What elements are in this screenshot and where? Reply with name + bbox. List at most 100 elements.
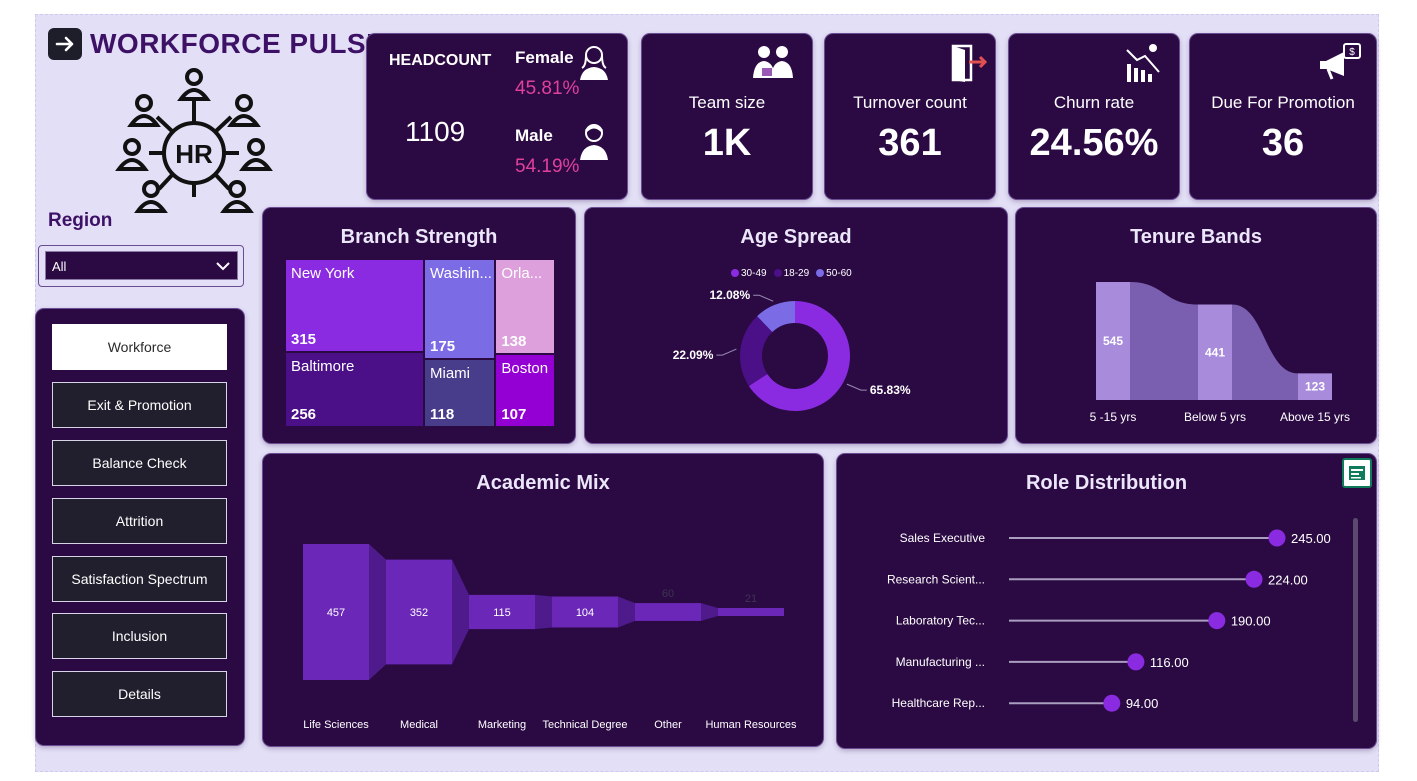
churn-rate-label: Churn rate [1053,93,1135,112]
tenure-category-label: Above 15 yrs [1280,410,1350,424]
treemap-value: 175 [430,338,456,356]
lollipop-value-label: 190.00 [1231,614,1271,629]
age-spread-panel: Age Spread 30-49 18-29 50-60 65.83% 22.09% 1… [585,208,1007,443]
lollipop-value-label: 94.00 [1126,696,1159,711]
nav-attrition-button[interactable]: Attrition [52,498,227,544]
nav-workforce-button[interactable]: Workforce [52,324,227,370]
nav-details-button[interactable]: Details [52,671,227,717]
female-label: Female [515,48,574,67]
nav-balance-check-button[interactable]: Balance Check [52,440,227,486]
treemap-label: Boston [501,359,549,377]
back-arrow-button[interactable] [48,28,82,60]
funnel-bar-human-resources [718,608,784,616]
headcount-card: HEADCOUNT 1109 Female 45.81% Male 54.19% [367,34,627,199]
role-label: Healthcare Rep... [892,696,985,710]
role-label: Laboratory Tec... [896,614,985,628]
funnel-value-label: 21 [745,593,757,605]
turnover-count-card: Turnover count 361 [825,34,995,199]
tenure-category-label: 5 -15 yrs [1090,410,1137,424]
treemap-value: 118 [430,405,455,423]
female-percentage: 45.81% [515,78,580,99]
arrow-right-icon [55,36,74,52]
donut-leader-line [716,348,737,356]
tenure-category-label: Below 5 yrs [1184,410,1246,424]
headcount-label: HEADCOUNT [389,52,492,69]
region-dropdown[interactable]: All [38,245,244,287]
donut-data-label: 22.09% [673,348,714,362]
lollipop-dot-manufacturing [1127,653,1145,671]
funnel-category-label: Life Sciences [303,719,369,731]
treemap-label: Miami [430,365,471,383]
treemap-value: 138 [501,332,527,350]
funnel-category-label: Other [654,719,682,731]
treemap-cell-boston[interactable]: Boston 107 [495,353,555,427]
promotion-value: 36 [1261,122,1305,164]
funnel-category-label: Technical Degree [543,719,628,731]
funnel-value-label: 115 [493,607,511,619]
donut-leader-line [846,383,867,391]
donut-data-label: 12.08% [709,288,750,302]
funnel-value-label: 104 [576,607,594,619]
promotion-card: $ Due For Promotion 36 [1190,34,1376,199]
page-title: WORKFORCE PULSE [90,28,386,59]
branch-treemap: New York 315 Baltimore 256 Washin... 175 Miami… [285,259,555,427]
funnel-connector [618,596,635,628]
turnover-count-value: 361 [878,122,942,164]
nav-exit-promotion-button[interactable]: Exit & Promotion [52,382,227,428]
male-icon [580,124,608,160]
funnel-connector [369,544,386,680]
male-label: Male [515,126,553,145]
lollipop-value-label: 116.00 [1150,655,1189,670]
age-donut-chart: 65.83% 22.09% 12.08% [673,288,911,411]
treemap-value: 256 [291,405,317,423]
svg-text:$: $ [1349,47,1355,58]
treemap-cell-baltimore[interactable]: Baltimore 256 [285,351,425,427]
lollipop-dot-research-scient [1245,570,1263,588]
funnel-connector [701,603,718,621]
treemap-cell-miami[interactable]: Miami 118 [424,359,496,427]
funnel-category-label: Marketing [478,719,526,731]
region-label: Region [48,210,113,231]
region-selected-value: All [52,259,67,274]
donut-leader-line [753,294,774,302]
team-icon [753,46,793,78]
promotion-label: Due For Promotion [1211,93,1355,112]
academic-mix-panel: Academic Mix 457 Life Sciences 352 Medical 1… [263,454,823,746]
headcount-value: 1109 [405,116,466,147]
churn-rate-card: Churn rate 24.56% [1009,34,1179,199]
lollipop-value-label: 224.00 [1268,572,1308,587]
role-label: Research Scient... [887,572,985,586]
declining-chart-icon [1126,44,1160,82]
team-size-label: Team size [688,93,766,112]
exit-door-icon [951,44,988,82]
funnel-category-label: Human Resources [705,719,797,731]
tenure-value-label: 545 [1103,334,1123,348]
funnel-connector [535,594,552,630]
chevron-down-icon [216,262,230,271]
turnover-count-label: Turnover count [853,93,967,112]
funnel-value-label: 352 [410,607,428,619]
treemap-label: Washin... [430,265,492,282]
hr-network-icon: HR [115,68,273,213]
vertical-scrollbar[interactable] [1353,518,1358,722]
role-distribution-panel: Role Distribution Sales Executive 245.00 R… [837,454,1376,748]
nav-satisfaction-spectrum-button[interactable]: Satisfaction Spectrum [52,556,227,602]
treemap-cell-new-york[interactable]: New York 315 [285,259,425,352]
nav-inclusion-button[interactable]: Inclusion [52,613,227,659]
treemap-cell-washin[interactable]: Washin... 175 [424,259,496,360]
male-percentage: 54.19% [515,156,580,177]
role-label: Manufacturing ... [896,655,985,669]
churn-rate-value: 24.56% [1029,122,1159,164]
donut-data-label: 65.83% [870,383,911,397]
report-canvas: WORKFORCE PULSE HR Region All Workforce … [35,14,1379,772]
treemap-cell-orla[interactable]: Orla... 138 [495,259,555,354]
funnel-connector [452,559,469,665]
tenure-bands-panel: Tenure Bands 545 5 -15 yrs 441 Below 5 yrs 1… [1016,208,1376,443]
funnel-category-label: Medical [400,719,438,731]
funnel-bar-other [635,603,701,621]
treemap-label: Baltimore [291,357,355,375]
lollipop-dot-laboratory-tec [1208,612,1226,630]
tenure-value-label: 441 [1205,345,1225,359]
funnel-value-label: 457 [327,607,345,619]
funnel-value-label: 60 [662,588,674,600]
